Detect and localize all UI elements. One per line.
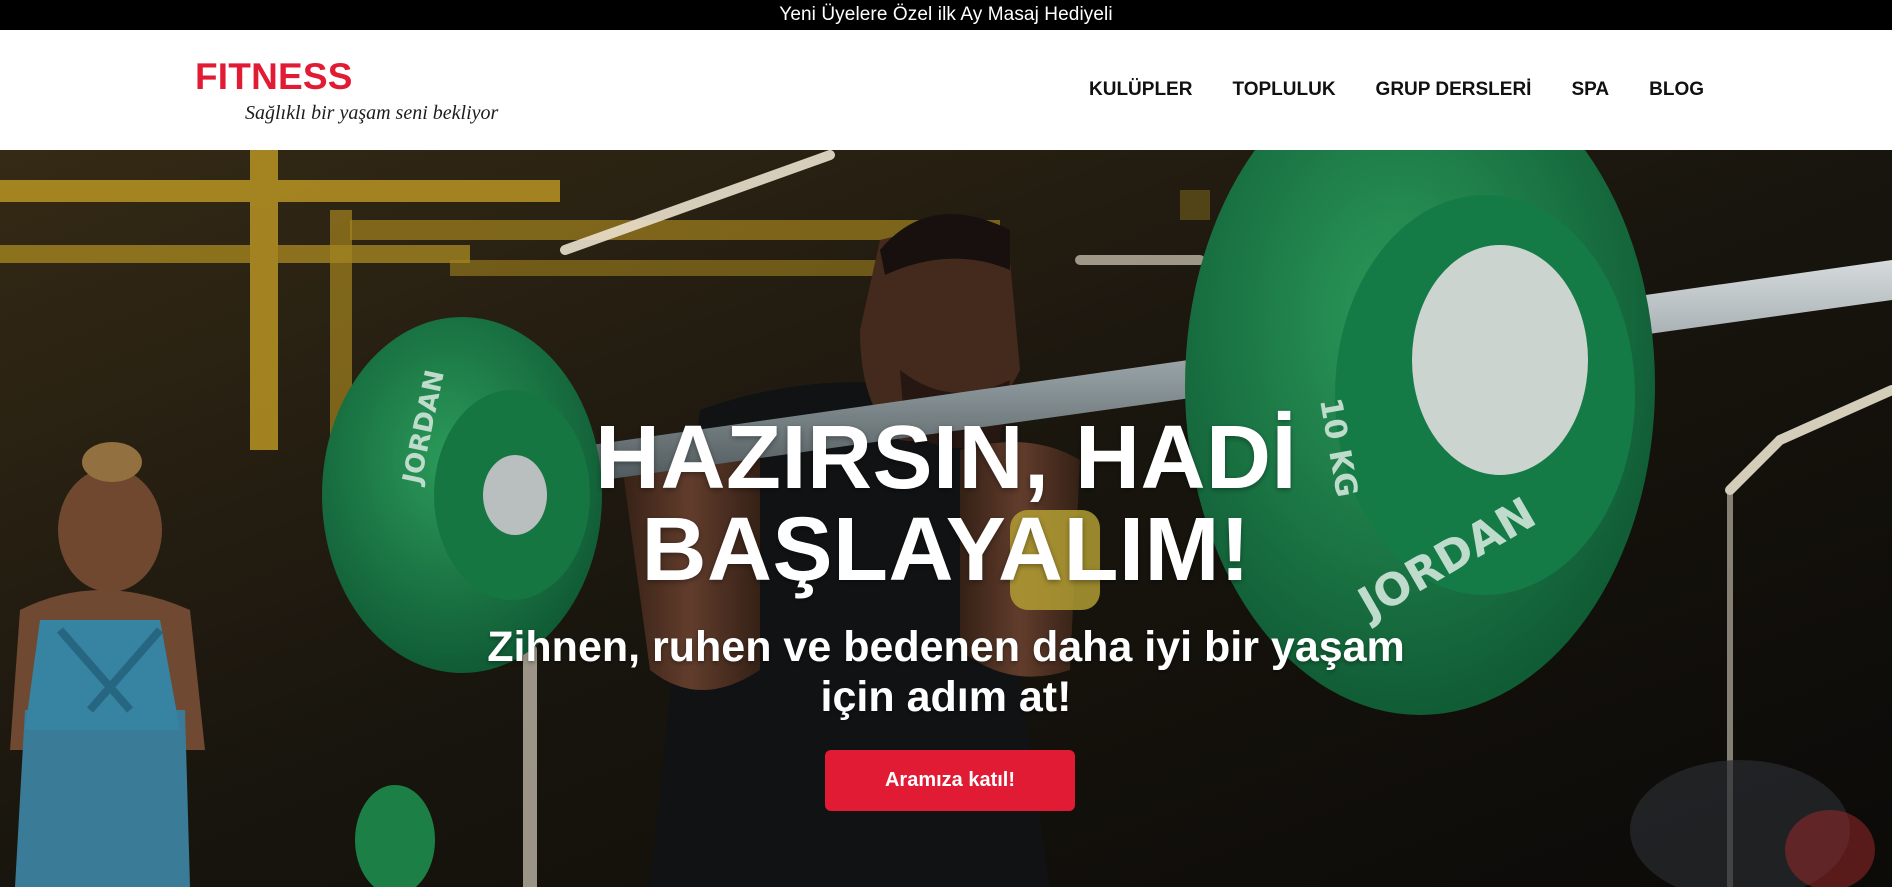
main-nav: KULÜPLER TOPLULUK GRUP DERSLERİ SPA BLOG — [1089, 79, 1704, 101]
site-tagline: Sağlıklı bir yaşam seni bekliyor — [245, 102, 499, 124]
nav-item-spa[interactable]: SPA — [1571, 79, 1609, 101]
nav-item-blog[interactable]: BLOG — [1649, 79, 1704, 101]
hero-title-line-1: HAZIRSIN, HADİ — [595, 408, 1297, 508]
nav-item-grup-dersleri[interactable]: GRUP DERSLERİ — [1376, 79, 1532, 101]
hero-section: JORDAN 10 KG JORDAN HAZIRSIN, HADİ BAŞLA… — [0, 150, 1892, 887]
join-us-button[interactable]: Aramıza katıl! — [825, 750, 1075, 811]
promo-banner-text: Yeni Üyelere Özel ilk Ay Masaj Hediyeli — [779, 4, 1113, 25]
promo-banner: Yeni Üyelere Özel ilk Ay Masaj Hediyeli — [0, 0, 1892, 30]
hero-subtitle-line-2: için adım at! — [820, 673, 1072, 721]
hero-title-line-2: BAŞLAYALIM! — [641, 500, 1251, 600]
nav-item-topluluk[interactable]: TOPLULUK — [1232, 79, 1335, 101]
site-header: FITNESS Sağlıklı bir yaşam seni bekliyor… — [0, 30, 1892, 150]
hero-title: HAZIRSIN, HADİ BAŞLAYALIM! — [346, 412, 1546, 596]
nav-item-kulupler[interactable]: KULÜPLER — [1089, 79, 1192, 101]
site-logo[interactable]: FITNESS — [195, 56, 353, 98]
hero-subtitle-line-1: Zihnen, ruhen ve bedenen daha iyi bir ya… — [487, 623, 1405, 671]
hero-subtitle: Zihnen, ruhen ve bedenen daha iyi bir ya… — [446, 622, 1446, 722]
